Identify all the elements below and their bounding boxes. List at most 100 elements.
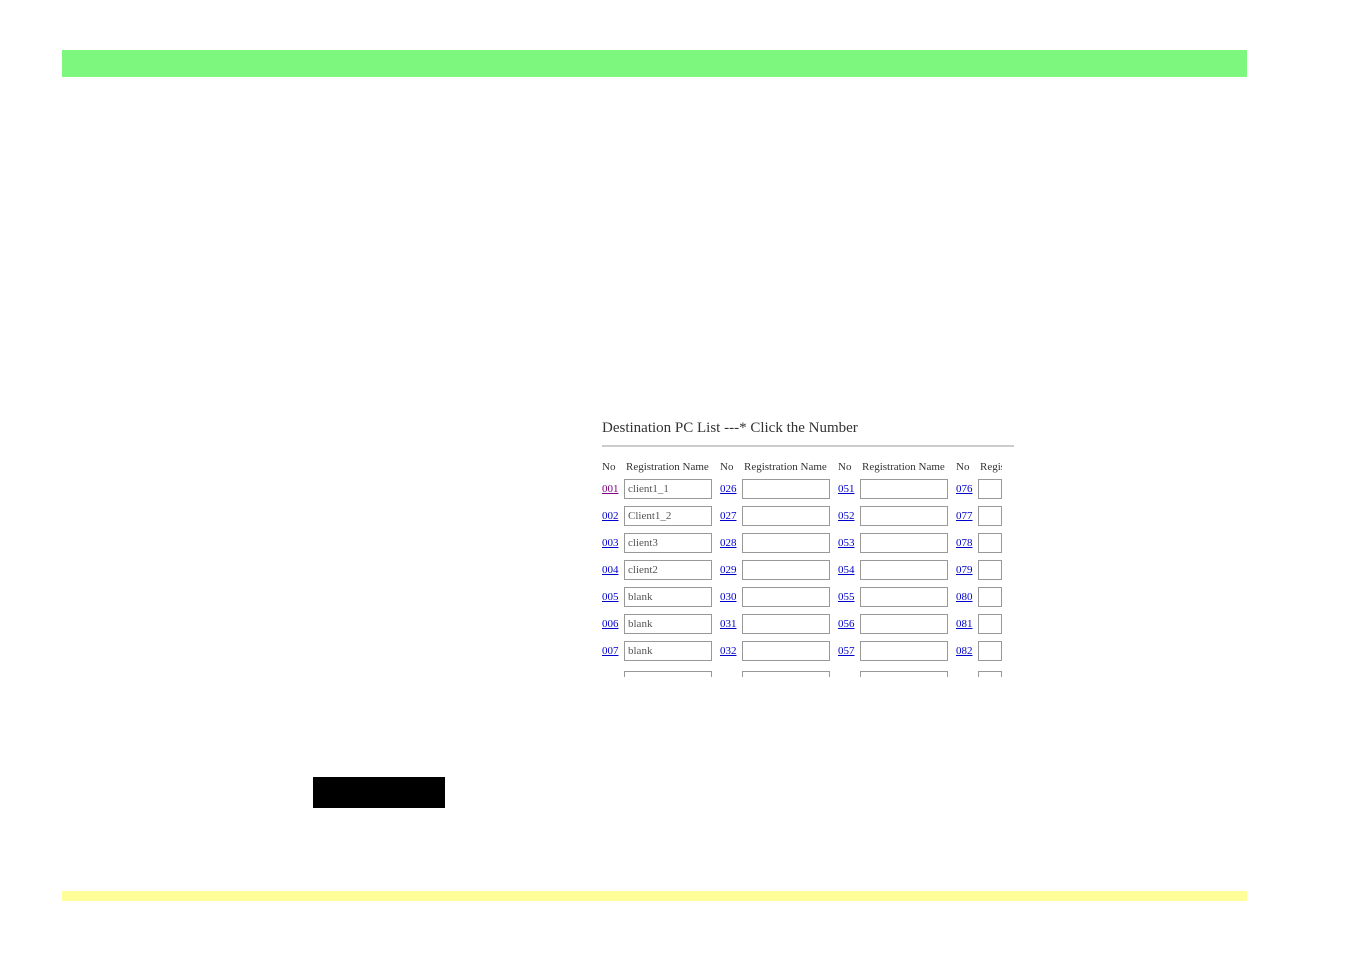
registration-name-input-partial [624,671,712,677]
destination-pc-list-panel: Destination PC List ---* Click the Numbe… [602,420,1014,680]
registration-name-input[interactable] [624,587,712,607]
pc-list-row: 057 [838,641,954,661]
column-header: NoRegistration Name [720,461,836,473]
registration-name-input-partial [860,671,948,677]
pc-list-row: 007 [602,641,718,661]
column-header: NoRegistration Name [838,461,954,473]
header-registration-name: Registration Name [624,461,718,473]
pc-list-row: 078 [956,533,1002,553]
pc-number-link[interactable]: 079 [956,564,978,576]
pc-number-link[interactable]: 054 [838,564,860,576]
pc-number-link[interactable]: 003 [602,537,624,549]
registration-name-input-partial [742,671,830,677]
header-no: No [602,461,624,473]
column-header: NoRegis [956,461,1002,473]
registration-name-input[interactable] [860,641,948,661]
header-registration-name: Registration Name [860,461,954,473]
registration-name-input[interactable] [742,479,830,499]
pc-number-link[interactable]: 030 [720,591,742,603]
registration-name-input[interactable] [978,614,1002,634]
pc-list-row: 080 [956,587,1002,607]
pc-number-link[interactable]: 026 [720,483,742,495]
pc-number-link[interactable]: 004 [602,564,624,576]
pc-list-column: NoRegis076077078079080081082000 [956,461,1002,680]
header-no: No [956,461,978,473]
pc-number-link[interactable]: 032 [720,645,742,657]
pc-number-link[interactable]: 001 [602,483,624,495]
pc-list-row: 056 [838,614,954,634]
pc-list-row: 026 [720,479,836,499]
registration-name-input[interactable] [742,587,830,607]
pc-number-link[interactable]: 006 [602,618,624,630]
pc-number-link[interactable]: 051 [838,483,860,495]
pc-number-link[interactable]: 027 [720,510,742,522]
pc-number-link[interactable]: 057 [838,645,860,657]
registration-name-input[interactable] [978,479,1002,499]
pc-list-row: 006 [602,614,718,634]
pc-number-link[interactable]: 028 [720,537,742,549]
registration-name-input[interactable] [978,533,1002,553]
pc-list-row: 029 [720,560,836,580]
pc-list-row-partial: 000 [838,668,954,680]
pc-list-row: 032 [720,641,836,661]
pc-number-link[interactable]: 052 [838,510,860,522]
registration-name-input[interactable] [624,479,712,499]
pc-number-link[interactable]: 031 [720,618,742,630]
registration-name-input[interactable] [742,560,830,580]
yellow-footer-bar [62,891,1247,901]
registration-name-input[interactable] [624,506,712,526]
pc-number-link[interactable]: 081 [956,618,978,630]
header-no: No [838,461,860,473]
pc-number-link[interactable]: 056 [838,618,860,630]
pc-number-link[interactable]: 029 [720,564,742,576]
pc-number-link[interactable]: 053 [838,537,860,549]
pc-number-link[interactable]: 082 [956,645,978,657]
pc-number-link[interactable]: 007 [602,645,624,657]
registration-name-input[interactable] [860,614,948,634]
pc-number-link[interactable]: 078 [956,537,978,549]
header-no: No [720,461,742,473]
registration-name-input[interactable] [860,533,948,553]
pc-number-link[interactable]: 080 [956,591,978,603]
pc-number-link[interactable]: 076 [956,483,978,495]
pc-number-link[interactable]: 002 [602,510,624,522]
pc-list-row: 005 [602,587,718,607]
registration-name-input[interactable] [978,587,1002,607]
pc-list-row: 028 [720,533,836,553]
registration-name-input[interactable] [742,506,830,526]
pc-number-link[interactable]: 005 [602,591,624,603]
registration-name-input[interactable] [624,533,712,553]
pc-list-row: 053 [838,533,954,553]
registration-name-input[interactable] [978,560,1002,580]
pc-list-row: 002 [602,506,718,526]
pc-list-row: 055 [838,587,954,607]
registration-name-input[interactable] [742,614,830,634]
registration-name-input[interactable] [742,533,830,553]
pc-number-link[interactable]: 077 [956,510,978,522]
registration-name-input[interactable] [860,506,948,526]
pc-list-row: 031 [720,614,836,634]
registration-name-input-partial [978,671,1002,677]
registration-name-input[interactable] [624,614,712,634]
registration-name-input[interactable] [860,560,948,580]
black-redaction-bar [313,777,445,808]
header-registration-name: Registration Name [742,461,836,473]
pc-list-row: 027 [720,506,836,526]
registration-name-input[interactable] [860,479,948,499]
panel-title: Destination PC List ---* Click the Numbe… [602,420,1014,437]
registration-name-input[interactable] [978,641,1002,661]
pc-number-link[interactable]: 055 [838,591,860,603]
pc-list-row: 054 [838,560,954,580]
registration-name-input[interactable] [978,506,1002,526]
registration-name-input[interactable] [624,560,712,580]
pc-list-column: NoRegistration Name026027028029030031032… [720,461,836,680]
pc-list-row: 052 [838,506,954,526]
pc-list-row-partial: 000 [720,668,836,680]
registration-name-input[interactable] [860,587,948,607]
pc-list-row: 077 [956,506,1002,526]
pc-list-row: 004 [602,560,718,580]
registration-name-input[interactable] [624,641,712,661]
registration-name-input[interactable] [742,641,830,661]
pc-list-row: 001 [602,479,718,499]
pc-list-row: 076 [956,479,1002,499]
